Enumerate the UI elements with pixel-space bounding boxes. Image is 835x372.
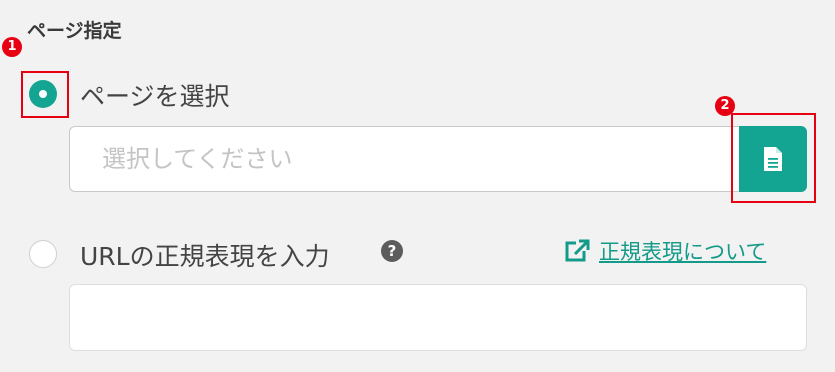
radio-label-page-select[interactable]: ページを選択 (80, 77, 230, 113)
radio-url-regex[interactable] (29, 240, 57, 268)
radio-page-select[interactable] (29, 80, 57, 108)
regex-help-link-label[interactable]: 正規表現について (599, 236, 766, 266)
regex-help-link[interactable]: 正規表現について (563, 236, 766, 266)
radio-label-url-regex[interactable]: URLの正規表現を入力 (80, 237, 330, 273)
page-select-input[interactable]: 選択してください (69, 126, 741, 192)
external-link-icon (565, 239, 590, 262)
section-title: ページ指定 (27, 20, 122, 42)
annotation-badge-1: 1 (2, 37, 22, 57)
question-circle-icon[interactable]: ? (381, 240, 403, 262)
annotation-highlight-2 (731, 113, 816, 203)
url-regex-input[interactable] (69, 284, 807, 351)
radio-selected-dot (39, 90, 47, 98)
